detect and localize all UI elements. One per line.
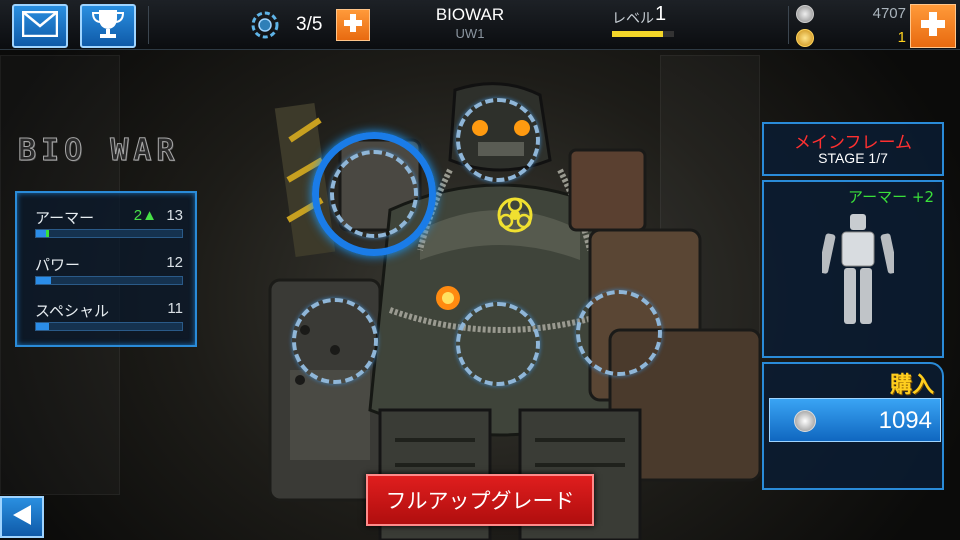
stat-bar xyxy=(35,229,183,238)
energy-count: 3/5 xyxy=(296,14,323,35)
part-preview-panel: アーマー +2 xyxy=(762,180,944,358)
part-info-panel: メインフレーム STAGE 1/7 xyxy=(762,122,944,176)
silver-coin-icon xyxy=(796,5,814,23)
stat-bar-fill xyxy=(36,323,50,330)
add-currency-button[interactable] xyxy=(910,4,956,48)
part-ring-left-arm-inner xyxy=(330,150,418,238)
buy-panel: 購入 1094 xyxy=(762,362,944,490)
mode-title: BIOWAR xyxy=(435,5,505,24)
mail-icon xyxy=(21,10,59,41)
mail-button[interactable] xyxy=(12,4,68,48)
plus-icon xyxy=(343,13,363,37)
silver-coin-icon xyxy=(794,410,816,432)
robot-model xyxy=(230,80,770,540)
gold-value: 1 xyxy=(897,29,906,46)
stat-value: 12 xyxy=(166,254,183,271)
part-ring-head[interactable] xyxy=(456,98,540,182)
stat-value: 11 xyxy=(167,300,183,317)
stat-bonus: 2▲ xyxy=(133,207,157,224)
plus-icon xyxy=(920,11,946,41)
stat-bar xyxy=(35,276,183,285)
silver-currency: 4707 xyxy=(796,4,908,24)
robot-thumbnail-icon xyxy=(818,210,898,334)
stat-label: アーマー xyxy=(35,209,95,227)
top-bar: 3/5 BIOWAR UW1 レベル 1 4707 1 xyxy=(0,0,960,50)
back-button[interactable] xyxy=(0,496,44,538)
part-stage: STAGE 1/7 xyxy=(818,150,888,166)
part-ring-left-leg[interactable] xyxy=(292,298,378,384)
divider xyxy=(788,6,789,44)
stat-armor: アーマー 2▲ 13 xyxy=(35,207,183,247)
level-progress-bar xyxy=(612,31,674,37)
silver-value: 4707 xyxy=(872,5,906,22)
stat-bar-bonus xyxy=(46,230,50,237)
stat-bar-fill xyxy=(36,277,51,284)
stat-bar-fill xyxy=(36,230,47,237)
part-ring-right-arm[interactable] xyxy=(576,290,662,376)
back-arrow-icon xyxy=(11,503,33,531)
full-upgrade-button[interactable]: フルアップグレード xyxy=(366,474,594,526)
stat-power: パワー 12 xyxy=(35,254,183,294)
stats-panel: アーマー 2▲ 13 パワー 12 スペシャル 11 xyxy=(15,191,197,347)
divider xyxy=(148,6,149,44)
stat-label: パワー xyxy=(35,256,81,274)
part-bonus: アーマー +2 xyxy=(848,188,934,206)
stat-bar xyxy=(35,322,183,331)
buy-price: 1094 xyxy=(878,407,932,434)
trophy-button[interactable] xyxy=(80,4,136,48)
bio-war-logo: BIO WAR xyxy=(17,133,180,169)
gold-currency: 1 xyxy=(796,28,908,48)
level-value: 1 xyxy=(655,3,667,25)
add-energy-button[interactable] xyxy=(336,9,370,41)
buy-label: 購入 xyxy=(889,373,934,398)
level-label: レベル xyxy=(612,11,654,27)
energy-icon xyxy=(250,10,280,44)
stat-value: 13 xyxy=(166,207,183,224)
mode-subtitle: UW1 xyxy=(455,26,485,41)
part-ring-waist[interactable] xyxy=(456,302,540,386)
stat-special: スペシャル 11 xyxy=(35,300,183,340)
level-progress-fill xyxy=(612,31,663,37)
trophy-icon xyxy=(91,8,125,44)
buy-button[interactable]: 1094 xyxy=(769,398,941,442)
gold-coin-icon xyxy=(796,29,814,47)
stat-label: スペシャル xyxy=(35,302,109,320)
